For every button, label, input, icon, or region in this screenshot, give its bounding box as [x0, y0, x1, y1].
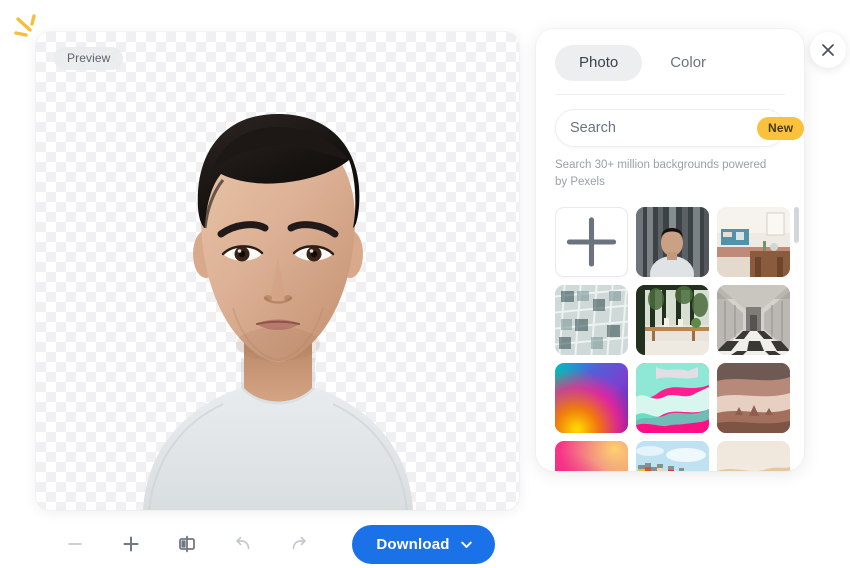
- thumb-beach-huts[interactable]: [636, 441, 709, 471]
- background-thumbnail-grid[interactable]: [555, 207, 792, 471]
- thumb-glass-facade[interactable]: [555, 285, 628, 355]
- download-button-label: Download: [376, 535, 450, 553]
- thumb-image: [555, 441, 628, 471]
- undo-button[interactable]: [228, 529, 258, 559]
- thumb-image: [636, 285, 709, 355]
- tab-photo[interactable]: Photo: [555, 45, 643, 81]
- thumb-greenhouse-table[interactable]: [636, 285, 709, 355]
- editor-toolbar: Download: [36, 520, 519, 568]
- panel-tabs: Photo Color: [555, 45, 785, 81]
- close-icon: [822, 44, 834, 56]
- plus-icon: [566, 217, 617, 267]
- thumb-image: [717, 285, 790, 355]
- new-badge: New: [757, 116, 804, 140]
- thumb-rainbow-gradient[interactable]: [555, 363, 628, 433]
- panel-scrollbar[interactable]: [794, 207, 799, 465]
- undo-icon: [236, 536, 250, 550]
- thumb-image: [636, 441, 709, 471]
- thumb-cafe-interior[interactable]: [717, 207, 790, 277]
- redo-button[interactable]: [284, 529, 314, 559]
- thumb-pink-teal-marble[interactable]: [636, 363, 709, 433]
- thumb-portrait-curtain[interactable]: [636, 207, 709, 277]
- chevron-down-icon: [460, 541, 472, 548]
- panel-scrollbar-thumb[interactable]: [794, 207, 799, 243]
- thumb-image: [636, 207, 709, 277]
- panel-divider: [555, 94, 785, 95]
- tab-color[interactable]: Color: [646, 45, 730, 81]
- thumb-pink-orange-gradient[interactable]: [555, 441, 628, 471]
- add-background-thumb[interactable]: [555, 207, 628, 277]
- split-compare-icon: [179, 535, 196, 553]
- zoom-out-button[interactable]: [60, 529, 90, 559]
- thumb-image: [636, 363, 709, 433]
- portrait-image: [142, 114, 413, 510]
- download-button[interactable]: Download: [352, 524, 495, 564]
- portrait-cutout: [36, 58, 519, 510]
- close-button[interactable]: [810, 32, 846, 68]
- search-input[interactable]: [570, 120, 757, 136]
- minus-icon: [68, 543, 83, 545]
- search-hint: Search 30+ million backgrounds powered b…: [555, 159, 767, 188]
- zoom-in-button[interactable]: [116, 529, 146, 559]
- preview-canvas[interactable]: Preview: [36, 32, 519, 510]
- thumb-image: [555, 285, 628, 355]
- thumb-image: [717, 363, 790, 433]
- thumb-image: [717, 441, 790, 471]
- preview-badge: Preview: [54, 47, 124, 70]
- thumb-sand-dunes[interactable]: [717, 441, 790, 471]
- redo-icon: [293, 536, 307, 550]
- background-panel: Photo Color New Search 30+ million backg…: [536, 29, 804, 471]
- thumb-desert-canyon[interactable]: [717, 363, 790, 433]
- thumb-image: [717, 207, 790, 277]
- plus-icon: [123, 536, 139, 552]
- search-field[interactable]: New: [555, 109, 804, 147]
- compare-button[interactable]: [172, 529, 202, 559]
- thumb-checkered-corridor[interactable]: [717, 285, 790, 355]
- thumb-image: [555, 363, 628, 433]
